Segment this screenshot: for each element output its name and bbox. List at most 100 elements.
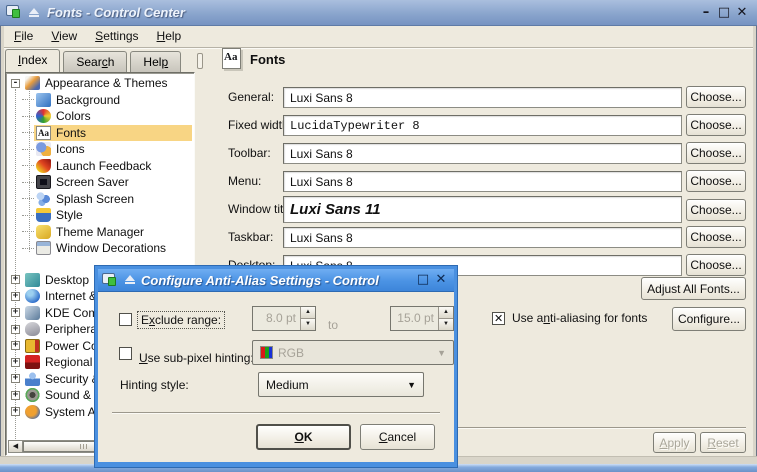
expand-icon[interactable]: + xyxy=(11,407,20,416)
fonts-icon xyxy=(36,126,51,140)
desktop-icon xyxy=(25,273,40,287)
range-to-spinbox[interactable]: 15.0 pt ▲ ▼ xyxy=(390,306,454,331)
splitter-handle[interactable] xyxy=(197,53,203,69)
expand-icon[interactable]: + xyxy=(11,292,20,301)
expand-icon[interactable]: + xyxy=(11,275,20,284)
choose-button-taskbar[interactable]: Choose... xyxy=(686,226,746,248)
system-administration-icon xyxy=(25,405,40,419)
tree-item-label: Style xyxy=(56,208,83,222)
tree-item-colors[interactable]: Colors xyxy=(8,108,192,125)
dialog-shade-icon[interactable] xyxy=(125,275,135,285)
collapse-icon[interactable]: - xyxy=(11,79,20,88)
exclude-range-checkbox[interactable] xyxy=(119,313,132,326)
expand-icon[interactable]: + xyxy=(11,374,20,383)
spin-down-icon[interactable]: ▼ xyxy=(301,319,315,330)
minimize-button[interactable]: – xyxy=(697,1,715,25)
tree-item-label: Launch Feedback xyxy=(56,159,151,173)
font-field-toolbar: Luxi Sans 8 xyxy=(283,143,682,164)
tree-item-label: Screen Saver xyxy=(56,175,129,189)
tree-item-splash-screen[interactable]: Splash Screen xyxy=(8,191,192,208)
dialog-maximize-button[interactable]: □ xyxy=(414,268,432,292)
subpixel-hinting-checkbox[interactable] xyxy=(119,347,132,360)
control-center-window: Fonts - Control Center – □ ✕ FileViewSet… xyxy=(0,0,757,472)
menubar: FileViewSettingsHelp xyxy=(1,26,756,48)
shade-icon[interactable] xyxy=(29,8,39,18)
antialias-checkbox[interactable] xyxy=(492,312,505,325)
range-from-value: 8.0 pt xyxy=(253,307,300,330)
menu-settings[interactable]: Settings xyxy=(86,26,147,47)
subpixel-hinting-label[interactable]: Use sub-pixel hinting: xyxy=(139,351,254,365)
expand-icon[interactable]: + xyxy=(11,308,20,317)
choose-button-fixed-width[interactable]: Choose... xyxy=(686,114,746,136)
choose-button-toolbar[interactable]: Choose... xyxy=(686,142,746,164)
tree-item-window-decorations[interactable]: Window Decorations xyxy=(8,240,192,257)
colors-icon xyxy=(36,109,51,123)
tab-help[interactable]: Help xyxy=(130,51,181,72)
dropdown-arrow-icon: ▼ xyxy=(407,380,416,390)
hinting-style-label: Hinting style: xyxy=(120,378,189,392)
appearance-themes-icon xyxy=(25,76,40,90)
tree-item-screen-saver[interactable]: Screen Saver xyxy=(8,174,192,191)
apply-button[interactable]: Apply xyxy=(653,432,696,453)
tree-item-label: Colors xyxy=(56,109,91,123)
expand-icon[interactable]: + xyxy=(11,391,20,400)
tree-item-label: Sound & xyxy=(45,388,91,402)
sound-icon xyxy=(25,388,40,402)
close-button[interactable]: ✕ xyxy=(733,1,751,25)
maximize-button[interactable]: □ xyxy=(715,1,733,25)
subpixel-type-dropdown[interactable]: RGB ▼ xyxy=(252,340,454,365)
tree-item-label: Background xyxy=(56,93,120,107)
subpixel-type-value: RGB xyxy=(278,346,304,360)
tree-item-label: System A xyxy=(45,405,96,419)
tree-item-label: Regional xyxy=(45,355,92,369)
choose-button-general[interactable]: Choose... xyxy=(686,86,746,108)
menu-file[interactable]: File xyxy=(5,26,42,47)
tree-item-background[interactable]: Background xyxy=(8,92,192,109)
expand-icon[interactable]: + xyxy=(11,358,20,367)
choose-button-menu[interactable]: Choose... xyxy=(686,170,746,192)
ok-button[interactable]: OK xyxy=(256,424,351,450)
tree-item-style[interactable]: Style xyxy=(8,207,192,224)
choose-button-window-title[interactable]: Choose... xyxy=(686,199,746,221)
hinting-style-dropdown[interactable]: Medium ▼ xyxy=(258,372,424,397)
cancel-button[interactable]: Cancel xyxy=(360,424,435,450)
adjust-all-fonts-button[interactable]: Adjust All Fonts... xyxy=(641,277,746,300)
rgb-stripes-icon xyxy=(260,346,273,359)
exclude-range-label[interactable]: Exclude range: xyxy=(137,311,225,329)
screen-saver-icon xyxy=(36,175,51,189)
spin-up-icon[interactable]: ▲ xyxy=(439,307,453,319)
tree-item-launch-feedback[interactable]: Launch Feedback xyxy=(8,158,192,175)
spin-up-icon[interactable]: ▲ xyxy=(301,307,315,319)
window-frame-left xyxy=(0,26,4,464)
theme-manager-icon xyxy=(36,225,51,239)
antialias-label[interactable]: Use anti-aliasing for fonts xyxy=(512,306,647,330)
tree-item-icons[interactable]: Icons xyxy=(8,141,192,158)
menu-view[interactable]: View xyxy=(42,26,86,47)
scroll-left-arrow-icon[interactable]: ◀ xyxy=(9,441,23,452)
dialog-close-button[interactable]: ✕ xyxy=(432,268,450,292)
expand-icon[interactable]: + xyxy=(11,341,20,350)
title-bar[interactable]: Fonts - Control Center – □ ✕ xyxy=(0,0,757,26)
tab-index[interactable]: Index xyxy=(5,49,60,72)
tree-item-appearance-themes[interactable]: -Appearance & Themes xyxy=(8,75,192,92)
font-field-taskbar: Luxi Sans 8 xyxy=(283,227,682,248)
dropdown-arrow-icon: ▼ xyxy=(437,348,446,358)
range-from-spinbox[interactable]: 8.0 pt ▲ ▼ xyxy=(252,306,316,331)
tree-item-fonts[interactable]: Fonts xyxy=(8,125,192,142)
tree-item-label: Periphera xyxy=(45,322,97,336)
hinting-style-value: Medium xyxy=(266,378,309,392)
choose-button-desktop[interactable]: Choose... xyxy=(686,254,746,276)
expand-icon[interactable]: + xyxy=(11,325,20,334)
tab-search[interactable]: Search xyxy=(63,51,127,72)
fonts-module-icon xyxy=(222,48,241,69)
style-icon xyxy=(36,208,51,222)
menu-help[interactable]: Help xyxy=(148,26,191,47)
configure-button[interactable]: Configure... xyxy=(672,307,746,331)
window-decorations-icon xyxy=(36,241,51,255)
tree-item-theme-manager[interactable]: Theme Manager xyxy=(8,224,192,241)
reset-button[interactable]: Reset xyxy=(700,432,746,453)
spin-down-icon[interactable]: ▼ xyxy=(439,319,453,330)
tree-item-label: Icons xyxy=(56,142,85,156)
dialog-title-bar[interactable]: Configure Anti-Alias Settings - Control … xyxy=(98,269,454,292)
tree-item-label: Internet & xyxy=(45,289,97,303)
